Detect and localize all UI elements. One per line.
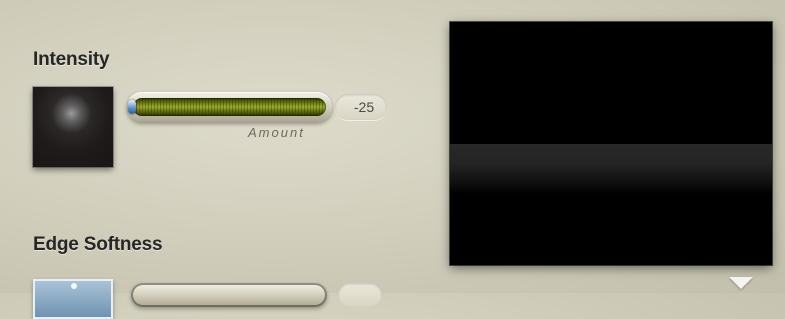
amount-slider[interactable] xyxy=(127,92,332,122)
amount-value[interactable]: -25 xyxy=(335,94,387,120)
effects-panel: Intensity -25 Amount Edge Softness xyxy=(0,0,785,319)
amount-label: Amount xyxy=(248,125,305,140)
edge-softness-thumbnail-glyph xyxy=(71,283,77,289)
edge-softness-value[interactable] xyxy=(338,283,382,307)
edge-softness-slider[interactable] xyxy=(131,283,327,307)
amount-slider-track[interactable] xyxy=(133,98,326,116)
preview-highlight-band xyxy=(450,144,772,194)
triangle-down-icon[interactable] xyxy=(729,277,753,289)
intensity-title: Intensity xyxy=(33,49,110,70)
edge-softness-thumbnail[interactable] xyxy=(33,279,113,319)
preview-area xyxy=(450,22,772,265)
amount-slider-handle[interactable] xyxy=(128,100,136,114)
edge-softness-title: Edge Softness xyxy=(33,234,163,255)
intensity-thumbnail[interactable] xyxy=(33,87,113,167)
